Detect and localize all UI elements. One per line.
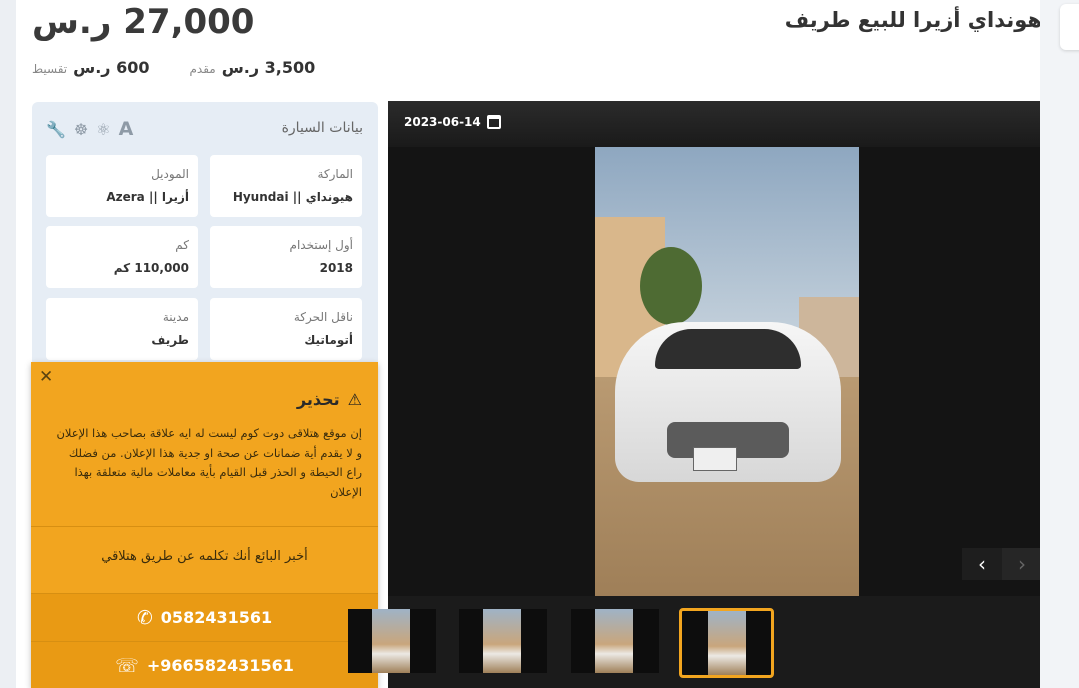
spec-value: طريف [151, 333, 189, 347]
spec-label: مدينة [162, 310, 189, 324]
spec-value: 110,000 كم [113, 261, 189, 275]
warning-icon: ⚠ [347, 390, 362, 409]
thumbnail[interactable] [348, 609, 436, 673]
spec-value: هيونداي || Hyundai [232, 190, 353, 204]
thumbnail[interactable] [459, 609, 547, 673]
close-icon[interactable]: ✕ [39, 367, 53, 387]
down-payment-label: مقدم [189, 62, 216, 76]
warning-title: ⚠ تحذير [297, 390, 362, 409]
spec-value: 2018 [319, 261, 353, 275]
whatsapp-button[interactable]: ☏ +966582431561 [31, 641, 378, 688]
specs-heading: بيانات السيارة [281, 120, 363, 136]
spec-label: الموديل [151, 167, 189, 181]
divider [31, 526, 378, 527]
spec-value: أتوماتيك [304, 333, 353, 347]
tell-seller-text: أخبر البائع أنك تكلمه عن طريق هتلاقي [101, 549, 308, 564]
spec-mileage: كم 110,000 كم [46, 226, 198, 288]
spec-first-use: أول إستخدام 2018 [210, 226, 362, 288]
call-button[interactable]: ✆ 0582431561 [31, 593, 378, 641]
side-strip [1040, 0, 1079, 688]
chevron-left-icon[interactable]: ‹ [962, 548, 1002, 580]
main-photo[interactable] [595, 147, 859, 596]
post-date-text: 2023-06-14 [404, 115, 481, 129]
chevron-right-icon[interactable]: › [1002, 548, 1040, 580]
listing-title: هونداي أزيرا للبيع طريف [784, 8, 1040, 32]
steering-wheel-icon[interactable]: ☸ [74, 121, 88, 138]
thumbnail-active[interactable] [679, 608, 774, 678]
thumbnail[interactable] [571, 609, 659, 673]
phone-number: 0582431561 [160, 608, 273, 627]
spec-label: كم [175, 238, 189, 252]
engine-icon[interactable]: ⚛ [96, 121, 110, 138]
gallery-header: 2023-06-14 [388, 101, 1040, 147]
wrench-icon[interactable]: 🔧 [46, 121, 66, 138]
photo-gallery: 2023-06-14 ‹ › [348, 101, 1040, 688]
listing-page: 27,000 ر.س هونداي أزيرا للبيع طريف 3,500… [16, 0, 1040, 688]
spec-model: الموديل أزيرا || Azera [46, 155, 198, 217]
spec-value: أزيرا || Azera [106, 190, 189, 204]
warning-popup: ✕ ⚠ تحذير إن موقع هتلاقى دوت كوم ليست له… [31, 362, 378, 688]
warning-title-text: تحذير [296, 390, 340, 409]
thumbnail-strip [348, 596, 1040, 688]
calendar-icon [486, 115, 501, 129]
specs-tools: 🔧 ☸ ⚛ A [46, 120, 133, 139]
price: 27,000 ر.س [32, 2, 255, 42]
spec-city: مدينة طريف [46, 298, 198, 360]
spec-label: أول إستخدام [289, 238, 353, 252]
spec-label: ناقل الحركة [293, 310, 353, 324]
whatsapp-icon: ☏ [115, 654, 139, 677]
payment-summary: 3,500 ر.س مقدم 600 ر.س تقسيط [32, 58, 315, 82]
installment-value: 600 ر.س [73, 58, 150, 77]
installment-label: تقسيط [32, 62, 68, 76]
down-payment-value: 3,500 ر.س [221, 58, 316, 77]
post-date: 2023-06-14 [404, 115, 501, 129]
font-a-icon[interactable]: A [119, 120, 134, 139]
spec-label: الماركة [317, 167, 353, 181]
side-card[interactable] [1060, 4, 1079, 50]
spec-brand: الماركة هيونداي || Hyundai [210, 155, 362, 217]
gallery-nav: ‹ › [962, 548, 1040, 580]
spec-transmission: ناقل الحركة أتوماتيك [210, 298, 362, 360]
phone-icon: ✆ [136, 606, 153, 629]
whatsapp-number: +966582431561 [146, 656, 294, 675]
warning-body: إن موقع هتلاقى دوت كوم ليست له ايه علاقة… [56, 426, 362, 499]
